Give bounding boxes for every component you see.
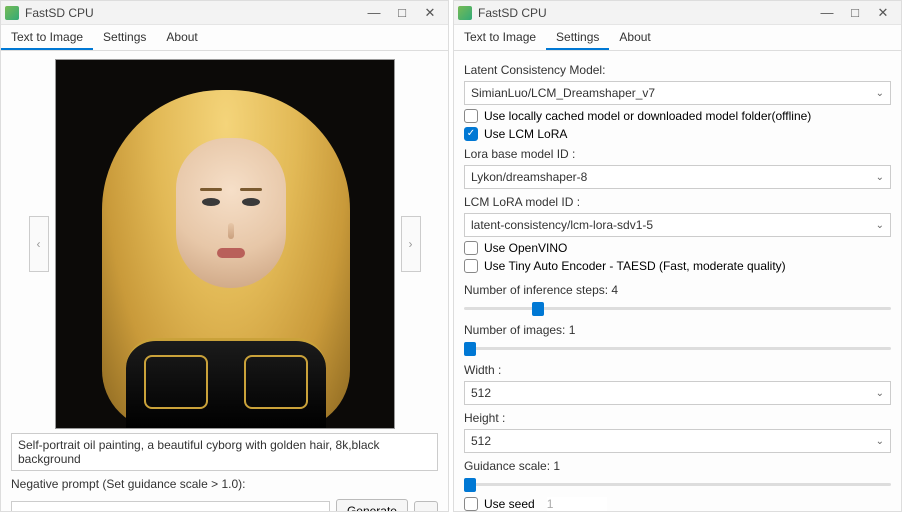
minimize-button[interactable]: —	[813, 5, 841, 20]
close-button[interactable]: ✕	[869, 5, 897, 21]
prev-image-button[interactable]: ‹	[29, 216, 49, 272]
tab-bar: Text to Image Settings About	[1, 25, 448, 51]
lcm-lora-id-select[interactable]: latent-consistency/lcm-lora-sdv1-5 ⌄	[464, 213, 891, 237]
width-select[interactable]: 512 ⌄	[464, 381, 891, 405]
use-seed-checkbox[interactable]	[464, 497, 478, 511]
titlebar: FastSD CPU — □ ✕	[1, 1, 448, 25]
window-title: FastSD CPU	[478, 6, 813, 20]
lora-base-select[interactable]: Lykon/dreamshaper-8 ⌄	[464, 165, 891, 189]
chevron-down-icon: ⌄	[876, 88, 884, 99]
settings-content: Latent Consistency Model: SimianLuo/LCM_…	[454, 51, 901, 511]
window-title: FastSD CPU	[25, 6, 360, 20]
num-images-slider[interactable]	[464, 339, 891, 357]
tab-bar: Text to Image Settings About	[454, 25, 901, 51]
num-images-label: Number of images: 1	[464, 323, 891, 337]
chevron-down-icon: ⌄	[876, 172, 884, 183]
use-openvino-label: Use OpenVINO	[484, 241, 567, 255]
chevron-down-icon: ⌄	[876, 220, 884, 231]
lcm-lora-id-value: latent-consistency/lcm-lora-sdv1-5	[471, 218, 653, 232]
minimize-button[interactable]: —	[360, 5, 388, 20]
right-window: FastSD CPU — □ ✕ Text to Image Settings …	[453, 0, 902, 512]
app-icon	[458, 6, 472, 20]
use-taesd-checkbox[interactable]	[464, 259, 478, 273]
left-content: ‹ › Self-portrait oil painting, a beauti…	[1, 51, 448, 511]
lcm-model-value: SimianLuo/LCM_Dreamshaper_v7	[471, 86, 655, 100]
preview-row: ‹ ›	[11, 59, 438, 429]
more-button[interactable]: ...	[414, 501, 438, 511]
lcm-model-select[interactable]: SimianLuo/LCM_Dreamshaper_v7 ⌄	[464, 81, 891, 105]
use-seed-label: Use seed	[484, 497, 535, 511]
negative-prompt-input[interactable]	[11, 501, 330, 511]
use-taesd-label: Use Tiny Auto Encoder - TAESD (Fast, mod…	[484, 259, 786, 273]
use-lcm-lora-checkbox[interactable]	[464, 127, 478, 141]
height-value: 512	[471, 434, 491, 448]
tab-settings[interactable]: Settings	[546, 25, 609, 50]
close-button[interactable]: ✕	[416, 5, 444, 21]
use-local-checkbox[interactable]	[464, 109, 478, 123]
tab-text-to-image[interactable]: Text to Image	[454, 25, 546, 50]
negative-prompt-label: Negative prompt (Set guidance scale > 1.…	[11, 477, 438, 491]
steps-slider[interactable]	[464, 299, 891, 317]
height-select[interactable]: 512 ⌄	[464, 429, 891, 453]
guidance-label: Guidance scale: 1	[464, 459, 891, 473]
use-lcm-lora-label: Use LCM LoRA	[484, 127, 567, 141]
maximize-button[interactable]: □	[388, 5, 416, 20]
left-window: FastSD CPU — □ ✕ Text to Image Settings …	[0, 0, 449, 512]
tab-settings[interactable]: Settings	[93, 25, 156, 50]
chevron-down-icon: ⌄	[876, 436, 884, 447]
prompt-input[interactable]: Self-portrait oil painting, a beautiful …	[11, 433, 438, 471]
tab-about[interactable]: About	[609, 25, 660, 50]
steps-label: Number of inference steps: 4	[464, 283, 891, 297]
tab-about[interactable]: About	[156, 25, 207, 50]
generated-image	[55, 59, 395, 429]
lora-base-label: Lora base model ID :	[464, 147, 891, 161]
height-label: Height :	[464, 411, 891, 425]
lcm-lora-id-label: LCM LoRA model ID :	[464, 195, 891, 209]
width-value: 512	[471, 386, 491, 400]
titlebar: FastSD CPU — □ ✕	[454, 1, 901, 25]
lcm-model-label: Latent Consistency Model:	[464, 63, 891, 77]
use-local-label: Use locally cached model or downloaded m…	[484, 109, 811, 123]
guidance-slider[interactable]	[464, 475, 891, 493]
next-image-button[interactable]: ›	[401, 216, 421, 272]
lora-base-value: Lykon/dreamshaper-8	[471, 170, 587, 184]
app-icon	[5, 6, 19, 20]
seed-input[interactable]	[547, 497, 607, 511]
width-label: Width :	[464, 363, 891, 377]
chevron-down-icon: ⌄	[876, 388, 884, 399]
maximize-button[interactable]: □	[841, 5, 869, 20]
tab-text-to-image[interactable]: Text to Image	[1, 25, 93, 50]
generate-button[interactable]: Generate	[336, 499, 408, 511]
use-openvino-checkbox[interactable]	[464, 241, 478, 255]
